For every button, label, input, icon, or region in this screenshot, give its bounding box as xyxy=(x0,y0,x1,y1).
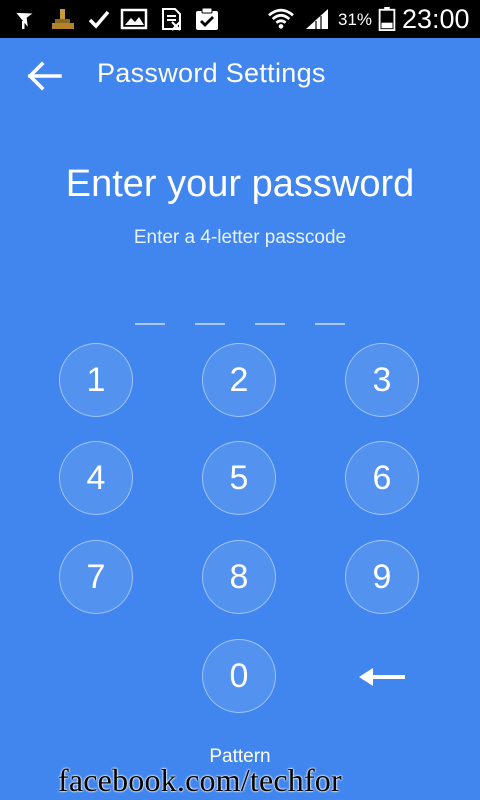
navigation-icon xyxy=(16,12,33,29)
clipboard-check-icon xyxy=(196,7,218,30)
prompt-title: Enter your password xyxy=(65,163,415,205)
backspace-arrow-icon xyxy=(359,668,405,686)
key-4[interactable]: 4 xyxy=(59,441,133,515)
page-title: Password Settings xyxy=(97,58,326,88)
key-1[interactable]: 1 xyxy=(59,343,133,417)
passcode-slot xyxy=(255,323,285,325)
battery-percent: 31% xyxy=(338,10,373,29)
key-3[interactable]: 3 xyxy=(345,343,419,417)
back-button[interactable] xyxy=(18,52,70,100)
key-6[interactable]: 6 xyxy=(345,441,419,515)
passcode-slot xyxy=(195,323,225,325)
passcode-slot xyxy=(315,323,345,325)
passcode-slot xyxy=(135,323,165,325)
battery-icon xyxy=(378,7,396,31)
prompt-subtitle: Enter a 4-letter passcode xyxy=(133,227,347,248)
check-icon xyxy=(88,10,110,29)
key-8[interactable]: 8 xyxy=(202,540,276,614)
backspace-button[interactable] xyxy=(345,640,419,714)
signal-icon xyxy=(306,9,328,29)
clock: 23:00 xyxy=(402,4,470,34)
key-2[interactable]: 2 xyxy=(202,343,276,417)
image-icon xyxy=(120,8,148,30)
sim-icon xyxy=(162,8,181,31)
key-5[interactable]: 5 xyxy=(202,441,276,515)
key-0[interactable]: 0 xyxy=(202,639,276,713)
arrow-left-icon xyxy=(27,61,62,91)
app-icon xyxy=(52,9,74,29)
watermark: facebook.com/techfor xyxy=(58,762,342,798)
key-7[interactable]: 7 xyxy=(59,540,133,614)
status-bar: 31% 23:00 xyxy=(0,0,480,38)
wifi-icon xyxy=(268,8,294,29)
key-9[interactable]: 9 xyxy=(345,540,419,614)
